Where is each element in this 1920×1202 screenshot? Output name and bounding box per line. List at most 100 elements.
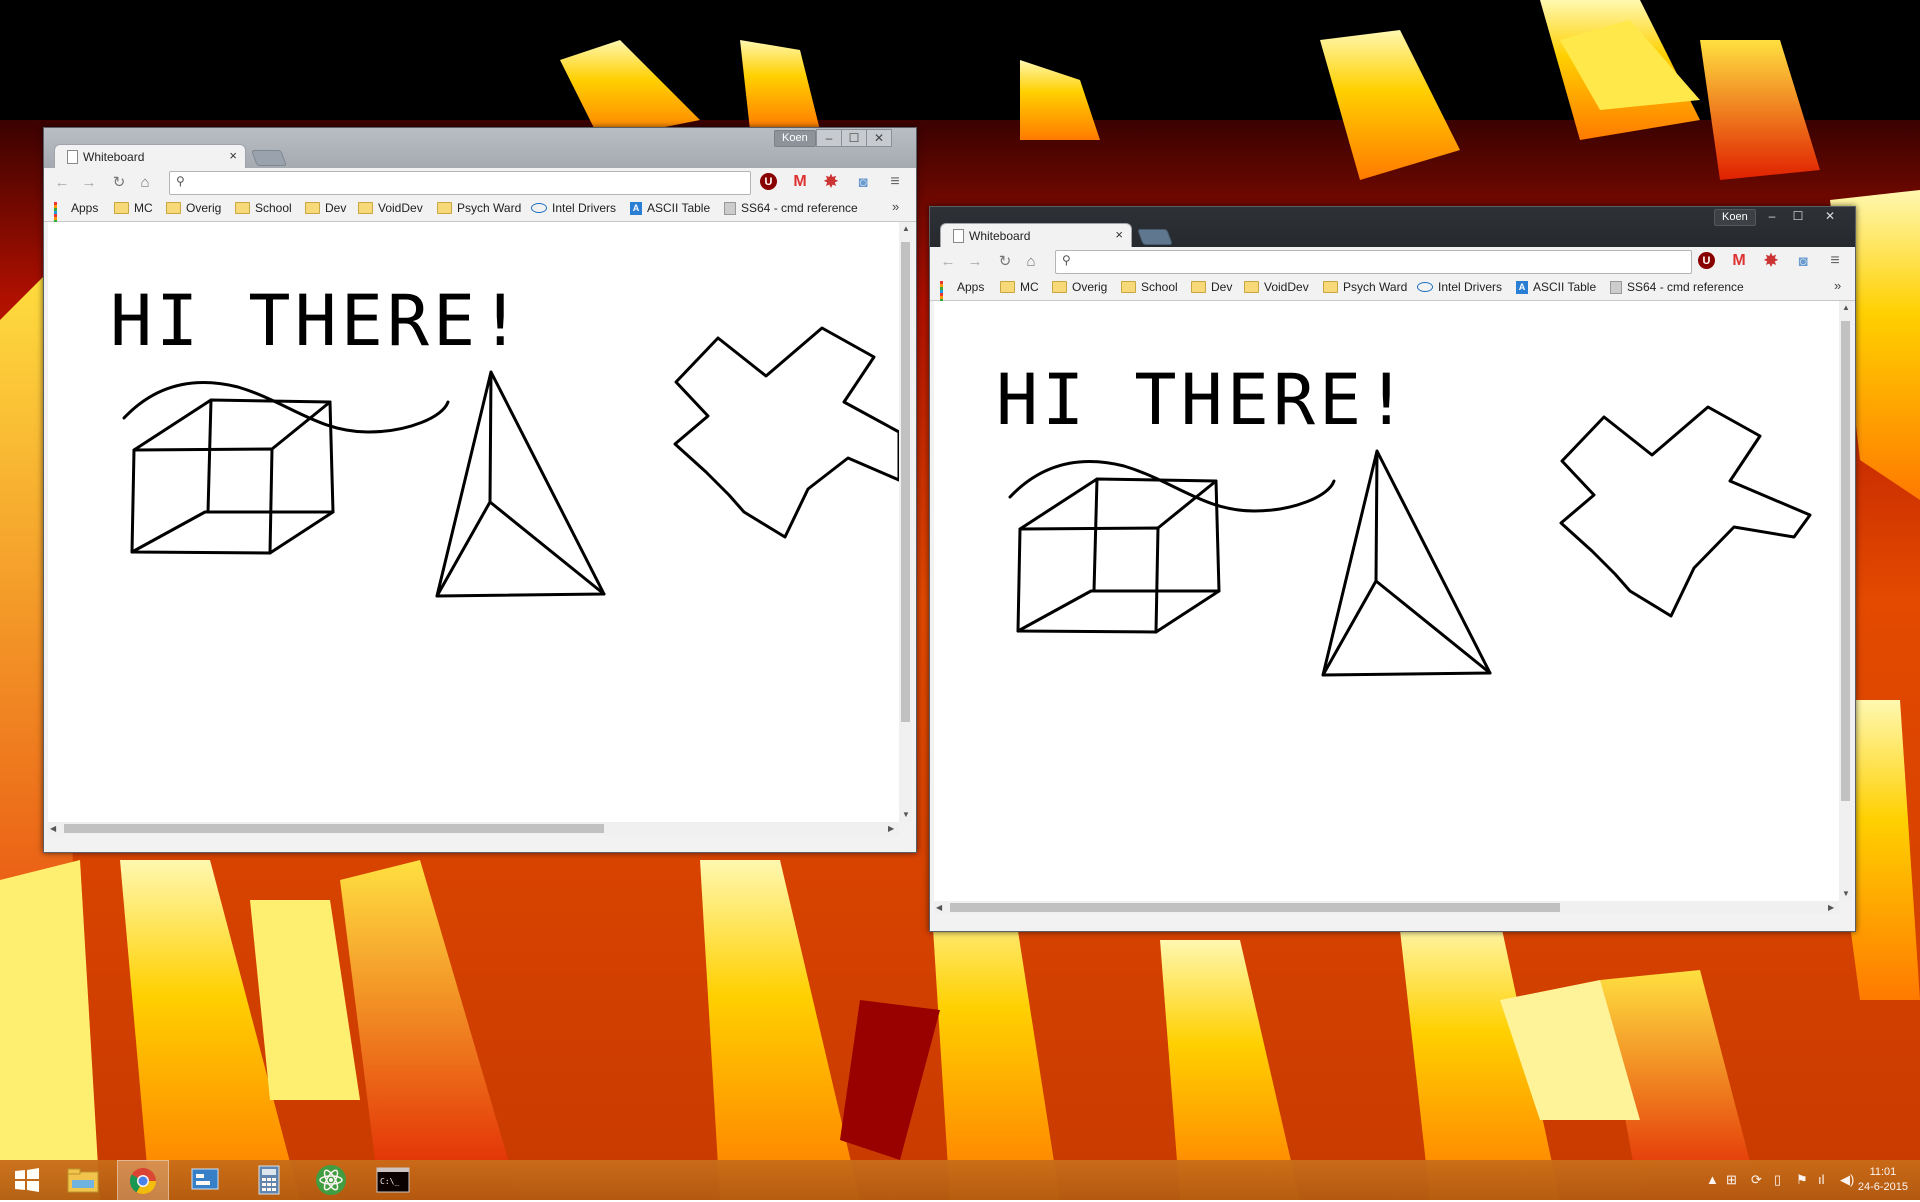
- forward-button[interactable]: →: [965, 251, 985, 271]
- window-frame[interactable]: Koen – ☐ ✕ Whiteboard ×: [930, 207, 1855, 248]
- bookmark-ss64[interactable]: SS64 - cmd reference: [1610, 279, 1744, 295]
- new-tab-button[interactable]: [251, 150, 287, 166]
- reload-button[interactable]: ↻: [109, 172, 129, 192]
- bookmark-intel-drivers[interactable]: Intel Drivers: [531, 200, 616, 216]
- whiteboard-canvas[interactable]: HI THERE!: [48, 222, 899, 822]
- atom-editor-button[interactable]: [306, 1160, 356, 1200]
- bookmark-school[interactable]: School: [1121, 279, 1178, 295]
- bookmarks-overflow-button[interactable]: »: [1834, 278, 1841, 293]
- battery-icon[interactable]: ▯: [1774, 1172, 1781, 1188]
- chrome-menu-icon[interactable]: ≡: [886, 173, 904, 191]
- bookmark-ascii-table[interactable]: A ASCII Table: [630, 200, 710, 216]
- maximize-button[interactable]: ☐: [1786, 208, 1810, 224]
- address-input[interactable]: [192, 173, 746, 193]
- bookmark-mc[interactable]: MC: [114, 200, 153, 216]
- bookmark-overig[interactable]: Overig: [166, 200, 221, 216]
- bookmark-dev[interactable]: Dev: [305, 200, 346, 216]
- bookmarks-overflow-button[interactable]: »: [892, 199, 899, 214]
- tab-close-button[interactable]: ×: [1115, 227, 1123, 242]
- scroll-down-arrow[interactable]: ▼: [902, 810, 910, 819]
- vertical-scroll-thumb[interactable]: [901, 242, 910, 722]
- back-button[interactable]: ←: [938, 251, 958, 271]
- bookmark-apps[interactable]: Apps: [54, 200, 98, 229]
- bookmark-psych-ward[interactable]: Psych Ward: [437, 200, 521, 216]
- bookmark-apps[interactable]: Apps: [940, 279, 984, 308]
- user-badge[interactable]: Koen: [774, 130, 816, 147]
- network-signal-icon[interactable]: ıl: [1818, 1172, 1825, 1187]
- screenshot-camera-icon[interactable]: ◙: [854, 173, 872, 191]
- gmail-icon[interactable]: M: [1730, 252, 1748, 270]
- bookmark-school[interactable]: School: [235, 200, 292, 216]
- address-input[interactable]: [1078, 252, 1687, 272]
- tab-whiteboard[interactable]: Whiteboard ×: [54, 144, 246, 169]
- chrome-menu-icon[interactable]: ≡: [1826, 252, 1844, 270]
- folder-icon: [1191, 281, 1206, 293]
- window-frame[interactable]: Koen – ☐ ✕ Whiteboard ×: [44, 128, 916, 169]
- browser-window-left[interactable]: Koen – ☐ ✕ Whiteboard × ← → ↻ ⌂ ⚲ U M ✸ …: [43, 127, 917, 853]
- ublock-icon[interactable]: U: [1698, 252, 1715, 269]
- minimize-button[interactable]: –: [1760, 208, 1784, 224]
- maximize-button[interactable]: ☐: [841, 129, 867, 147]
- bookmark-ascii-table[interactable]: A ASCII Table: [1516, 279, 1596, 295]
- scroll-right-arrow[interactable]: ▶: [888, 824, 894, 833]
- vertical-scrollbar[interactable]: ▲ ▼: [899, 222, 912, 822]
- bookmark-intel-drivers[interactable]: Intel Drivers: [1417, 279, 1502, 295]
- bookmark-voiddev[interactable]: VoidDev: [1244, 279, 1309, 295]
- action-center-flag-icon[interactable]: ⚑: [1796, 1172, 1808, 1188]
- bookmark-voiddev[interactable]: VoidDev: [358, 200, 423, 216]
- bookmark-overig[interactable]: Overig: [1052, 279, 1107, 295]
- user-badge[interactable]: Koen: [1714, 209, 1756, 226]
- horizontal-scroll-thumb[interactable]: [64, 824, 604, 833]
- tab-close-button[interactable]: ×: [229, 148, 237, 163]
- cube-top: [1018, 477, 1218, 531]
- close-button[interactable]: ✕: [1818, 208, 1842, 224]
- minimize-button[interactable]: –: [816, 129, 842, 147]
- windows-update-icon[interactable]: ⊞: [1726, 1172, 1737, 1188]
- vertical-scrollbar[interactable]: ▲ ▼: [1839, 301, 1852, 901]
- screenshot-camera-icon[interactable]: ◙: [1794, 252, 1812, 270]
- scroll-right-arrow[interactable]: ▶: [1828, 903, 1834, 912]
- new-tab-button[interactable]: [1137, 229, 1173, 245]
- start-button[interactable]: [2, 1160, 52, 1200]
- clock[interactable]: 11:01 24-6-2015: [1858, 1165, 1908, 1195]
- extension-burst-icon[interactable]: ✸: [1762, 251, 1780, 270]
- sync-icon[interactable]: ⟳: [1751, 1172, 1762, 1188]
- control-panel-button[interactable]: [180, 1160, 230, 1200]
- scroll-down-arrow[interactable]: ▼: [1842, 889, 1850, 898]
- omnibox[interactable]: ⚲: [169, 171, 751, 195]
- reload-button[interactable]: ↻: [995, 251, 1015, 271]
- bookmark-ss64[interactable]: SS64 - cmd reference: [724, 200, 858, 216]
- tab-whiteboard[interactable]: Whiteboard ×: [940, 223, 1132, 248]
- bookmark-mc[interactable]: MC: [1000, 279, 1039, 295]
- calculator-button[interactable]: [244, 1160, 294, 1200]
- home-button[interactable]: ⌂: [135, 172, 155, 192]
- volume-icon[interactable]: ◀): [1840, 1172, 1854, 1188]
- command-prompt-button[interactable]: C:\_: [368, 1160, 418, 1200]
- chrome-button[interactable]: [117, 1160, 169, 1202]
- tab-title: Whiteboard: [969, 229, 1031, 243]
- ublock-icon[interactable]: U: [760, 173, 777, 190]
- file-explorer-button[interactable]: [58, 1160, 108, 1200]
- scroll-left-arrow[interactable]: ◀: [936, 903, 942, 912]
- browser-window-right[interactable]: Koen – ☐ ✕ Whiteboard × ← → ↻ ⌂ ⚲ U M ✸ …: [929, 206, 1856, 932]
- vertical-scroll-thumb[interactable]: [1841, 321, 1850, 801]
- gmail-icon[interactable]: M: [791, 173, 809, 191]
- cross-shape: [1559, 405, 1812, 618]
- ascii-table-icon: A: [630, 201, 642, 215]
- omnibox[interactable]: ⚲: [1055, 250, 1692, 274]
- tray-show-hidden-icon[interactable]: ▲: [1706, 1172, 1719, 1187]
- extension-burst-icon[interactable]: ✸: [822, 172, 840, 191]
- horizontal-scrollbar[interactable]: ◀ ▶: [48, 822, 899, 835]
- bookmark-dev[interactable]: Dev: [1191, 279, 1232, 295]
- home-button[interactable]: ⌂: [1021, 251, 1041, 271]
- scroll-left-arrow[interactable]: ◀: [50, 824, 56, 833]
- forward-button[interactable]: →: [79, 172, 99, 192]
- scroll-up-arrow[interactable]: ▲: [1842, 303, 1850, 312]
- close-button[interactable]: ✕: [866, 129, 892, 147]
- horizontal-scroll-thumb[interactable]: [950, 903, 1560, 912]
- whiteboard-canvas[interactable]: HI THERE!: [934, 301, 1839, 901]
- back-button[interactable]: ←: [52, 172, 72, 192]
- horizontal-scrollbar[interactable]: ◀ ▶: [934, 901, 1839, 914]
- scroll-up-arrow[interactable]: ▲: [902, 224, 910, 233]
- bookmark-psych-ward[interactable]: Psych Ward: [1323, 279, 1407, 295]
